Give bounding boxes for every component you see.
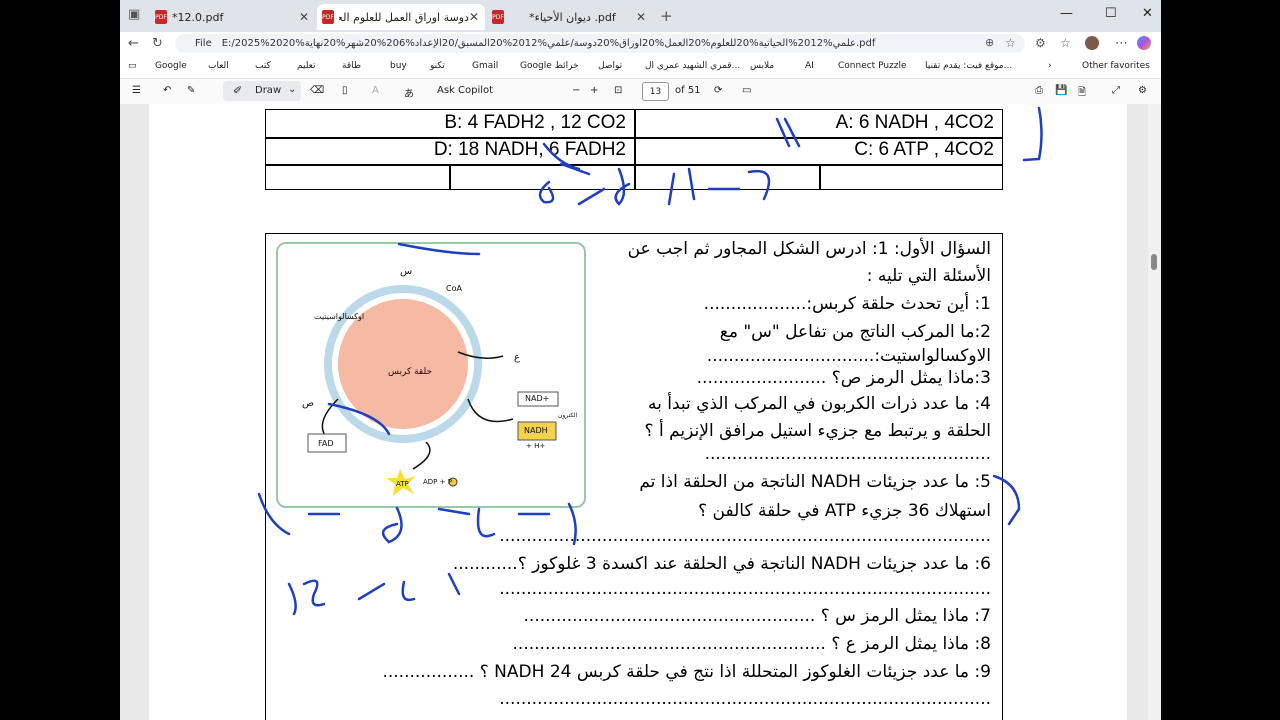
bookmark-buy[interactable]: buy — [390, 61, 407, 71]
bookmark-education[interactable]: تعليم — [297, 61, 316, 71]
ask-copilot-button[interactable]: Ask Copilot — [437, 85, 493, 96]
menu-icon[interactable]: ⋯ — [1115, 36, 1128, 51]
tab-title: دوسة اوراق العمل للعلوم الحياتية 2* — [338, 10, 469, 24]
new-tab-icon[interactable]: + — [660, 7, 673, 25]
tab-3[interactable]: PDF *ديوان الأحياء .pdf ✕ — [487, 4, 652, 30]
save-icon[interactable]: 💾 — [1055, 85, 1067, 96]
print-icon[interactable]: ⎙ — [1035, 85, 1043, 96]
ink-annotations — [257, 106, 1043, 616]
favorite-star-icon[interactable]: ☆ — [1005, 36, 1016, 50]
close-icon[interactable]: ✕ — [636, 10, 646, 24]
favorites-icon[interactable]: ☆ — [1060, 36, 1071, 50]
bookmarks-bar: ▭ Google العاب كتب تعليم طاقة buy تكنو G… — [120, 56, 1161, 79]
pen-icon: ✐ — [233, 84, 243, 97]
pdf-toolbar: ☰ ↶ ✎ ✐ Draw ⌄ ⌫ ▯ A あ Ask Copilot − + ⊡… — [120, 79, 1161, 105]
browser-window: ▣ PDF *12.0.pdf ✕ PDF دوسة اوراق العمل ل… — [120, 0, 1161, 720]
back-icon[interactable]: ← — [128, 36, 139, 51]
close-icon[interactable]: ✕ — [469, 10, 479, 24]
pdf-icon: PDF — [322, 10, 334, 24]
pdf-icon: PDF — [492, 10, 504, 24]
scrollbar-thumb[interactable] — [1151, 254, 1157, 270]
bookmark-qamari[interactable]: قمري الشهيد عمري ال... — [645, 61, 740, 71]
zoom-in-icon[interactable]: + — [590, 85, 598, 96]
zoom-icon[interactable]: ⊕ — [985, 36, 994, 49]
highlight-icon[interactable]: ✎ — [187, 85, 195, 96]
undo-icon[interactable]: ↶ — [163, 85, 171, 96]
tab-title: *12.0.pdf — [172, 10, 224, 24]
bookmark-social[interactable]: تواصل — [598, 61, 622, 71]
pdf-icon: PDF — [155, 10, 167, 24]
bookmark-connect-puzzle[interactable]: Connect Puzzle — [838, 61, 907, 71]
pdf-viewport[interactable]: B: 4 FADH2 , 12 CO2 A: 6 NADH , 4CO2 D: … — [120, 104, 1161, 720]
tab-strip: ▣ PDF *12.0.pdf ✕ PDF دوسة اوراق العمل ل… — [120, 0, 1161, 32]
bookmark-other-favorites[interactable]: Other favorites — [1082, 61, 1150, 71]
fit-page-icon[interactable]: ⊡ — [614, 85, 622, 96]
tab-title: *ديوان الأحياء .pdf — [529, 10, 616, 24]
pdf-page: B: 4 FADH2 , 12 CO2 A: 6 NADH , 4CO2 D: … — [149, 104, 1127, 720]
eraser-icon[interactable]: ⌫ — [310, 85, 324, 96]
refresh-icon[interactable]: ↻ — [152, 36, 163, 51]
draw-button[interactable]: ✐ Draw ⌄ — [223, 81, 301, 101]
tab-2[interactable]: PDF دوسة اوراق العمل للعلوم الحياتية 2* … — [317, 4, 485, 30]
bookmark-clothes[interactable]: ملابس — [750, 61, 774, 71]
bookmark-gmail[interactable]: Gmail — [472, 61, 498, 71]
url-field[interactable]: File E:/2025%2020%علمي%2012%الحياتية%20ل… — [175, 34, 1025, 53]
tab-1[interactable]: PDF *12.0.pdf ✕ — [150, 4, 315, 30]
bookmark-games[interactable]: العاب — [208, 61, 229, 71]
bookmarks-folder-icon[interactable]: ▭ — [128, 61, 137, 71]
text-icon[interactable]: ▯ — [342, 85, 348, 96]
address-bar: ← ↻ File E:/2025%2020%علمي%2012%الحياتية… — [120, 32, 1161, 56]
bookmark-books[interactable]: كتب — [255, 61, 271, 71]
draw-label: Draw — [255, 85, 282, 96]
zoom-out-icon[interactable]: − — [572, 85, 580, 96]
file-label: File — [195, 38, 212, 49]
contents-icon[interactable]: ☰ — [132, 85, 141, 96]
page-view-icon[interactable]: ▭ — [742, 85, 751, 96]
maximize-icon[interactable]: ☐ — [1105, 6, 1117, 21]
read-aloud-icon[interactable]: あ — [404, 85, 414, 100]
bookmark-ai[interactable]: AI — [805, 61, 814, 71]
close-icon[interactable]: ✕ — [299, 10, 309, 24]
font-icon[interactable]: A — [372, 85, 379, 96]
save-as-icon[interactable]: 🗎 — [1078, 85, 1086, 102]
bookmark-techno[interactable]: تكنو — [430, 61, 445, 71]
close-window-icon[interactable]: ✕ — [1142, 6, 1153, 21]
bookmark-energy[interactable]: طاقة — [342, 61, 361, 71]
avatar[interactable] — [1085, 36, 1099, 50]
bookmark-google[interactable]: Google — [155, 61, 187, 71]
expand-icon[interactable]: ⤢ — [1112, 85, 1120, 96]
page-total: of 51 — [675, 85, 701, 96]
rotate-icon[interactable]: ⟳ — [714, 85, 722, 96]
vertical-scrollbar[interactable] — [1148, 104, 1161, 720]
tab-actions-icon[interactable]: ▣ — [128, 7, 140, 22]
copilot-icon[interactable] — [1137, 36, 1151, 50]
page-number-input[interactable]: 13 — [642, 82, 669, 101]
chevron-right-icon[interactable]: › — [1048, 61, 1052, 71]
bookmark-maps[interactable]: Google خرائط — [520, 61, 579, 71]
settings-icon[interactable]: ⚙ — [1138, 85, 1147, 96]
extensions-icon[interactable]: ⚙ — [1035, 36, 1046, 50]
bookmark-fit[interactable]: موقع فيت: يقدم تقنيا... — [925, 61, 1012, 71]
minimize-icon[interactable]: — — [1060, 6, 1073, 21]
url-text: E:/2025%2020%علمي%2012%الحياتية%20للعلوم… — [221, 38, 876, 49]
chevron-down-icon: ⌄ — [288, 84, 297, 95]
